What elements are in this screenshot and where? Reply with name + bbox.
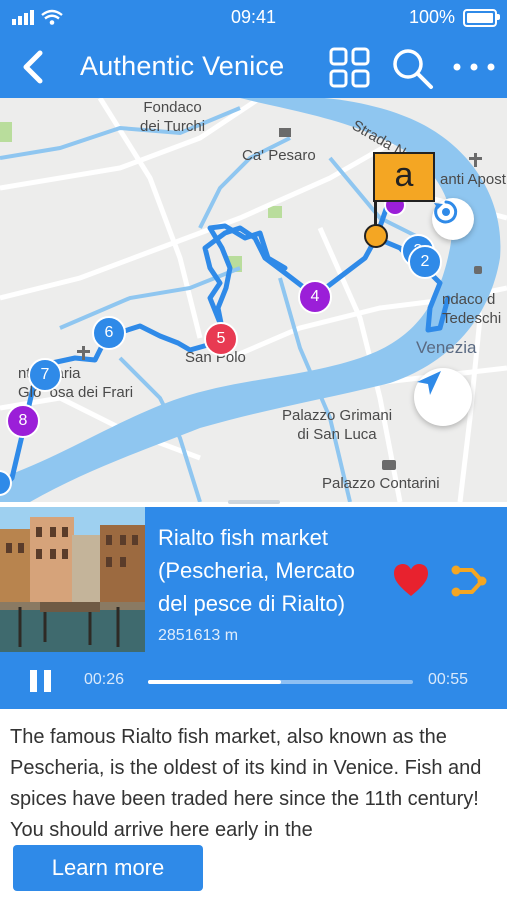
route-marker-2[interactable]: 2 — [408, 245, 442, 279]
status-bar: 09:41 100% — [0, 0, 507, 34]
poi-panel: Rialto fish market (Pescheria, Mercato d… — [0, 507, 507, 709]
rotate-icon — [434, 200, 458, 224]
pause-button[interactable] — [28, 668, 54, 699]
map-label-ca-pesaro: Ca' Pesaro — [242, 147, 316, 164]
poi-description: The famous Rialto fish market, also know… — [10, 726, 482, 841]
grid-view-icon[interactable] — [328, 46, 372, 95]
favorite-heart-icon[interactable] — [392, 562, 430, 603]
audio-player: 00:26 00:55 — [0, 653, 507, 709]
route-marker-6[interactable]: 6 — [92, 316, 126, 350]
page-title: Authentic Venice — [80, 51, 285, 81]
current-position-dot — [364, 224, 388, 248]
back-icon[interactable] — [18, 49, 46, 90]
total-time: 00:55 — [428, 671, 469, 688]
map-label-palazzo-grimani: Palazzo Grimani di San Luca — [282, 407, 393, 443]
route-directions-icon[interactable] — [450, 562, 490, 605]
map-label-fondaco-tedeschi: ndaco d Tedeschi — [442, 291, 502, 327]
audio-progress-bar[interactable] — [148, 680, 413, 684]
map-label-palazzo-contarini: Palazzo Contarini — [322, 475, 440, 492]
poi-distance: 2851613 m — [158, 627, 239, 644]
map-label-venezia: Venezia — [416, 338, 477, 357]
route-marker-5[interactable]: 5 — [204, 322, 238, 356]
drag-handle[interactable] — [228, 500, 280, 504]
navigation-arrow-icon — [417, 371, 441, 395]
battery-percent: 100% — [408, 7, 455, 27]
route-marker-8[interactable]: 8 — [6, 404, 40, 438]
poi-photo[interactable] — [0, 507, 145, 652]
pause-icon — [30, 670, 51, 692]
search-icon[interactable] — [390, 46, 434, 95]
poi-title[interactable]: Rialto fish market (Pescheria, Mercato d… — [158, 521, 388, 620]
battery-icon — [463, 8, 500, 27]
learn-more-button[interactable]: Learn more — [13, 845, 203, 891]
current-position-flag[interactable]: a — [373, 152, 435, 202]
route-marker-4[interactable]: 4 — [298, 280, 332, 314]
map-view[interactable]: Fondaco dei Turchi Ca' Pesaro Strada Nov… — [0, 98, 507, 502]
rotate-map-button[interactable] — [432, 198, 474, 240]
audio-progress-fill — [148, 680, 281, 684]
more-icon[interactable] — [452, 60, 496, 78]
locate-me-button[interactable] — [414, 368, 472, 426]
route-marker-7[interactable]: 7 — [28, 358, 62, 392]
nav-bar: Authentic Venice — [0, 34, 507, 98]
elapsed-time: 00:26 — [84, 671, 125, 688]
map-label-fondaco-turchi: Fondaco dei Turchi — [140, 99, 206, 135]
map-label-santi-apostoli: anti Apost — [440, 171, 506, 188]
